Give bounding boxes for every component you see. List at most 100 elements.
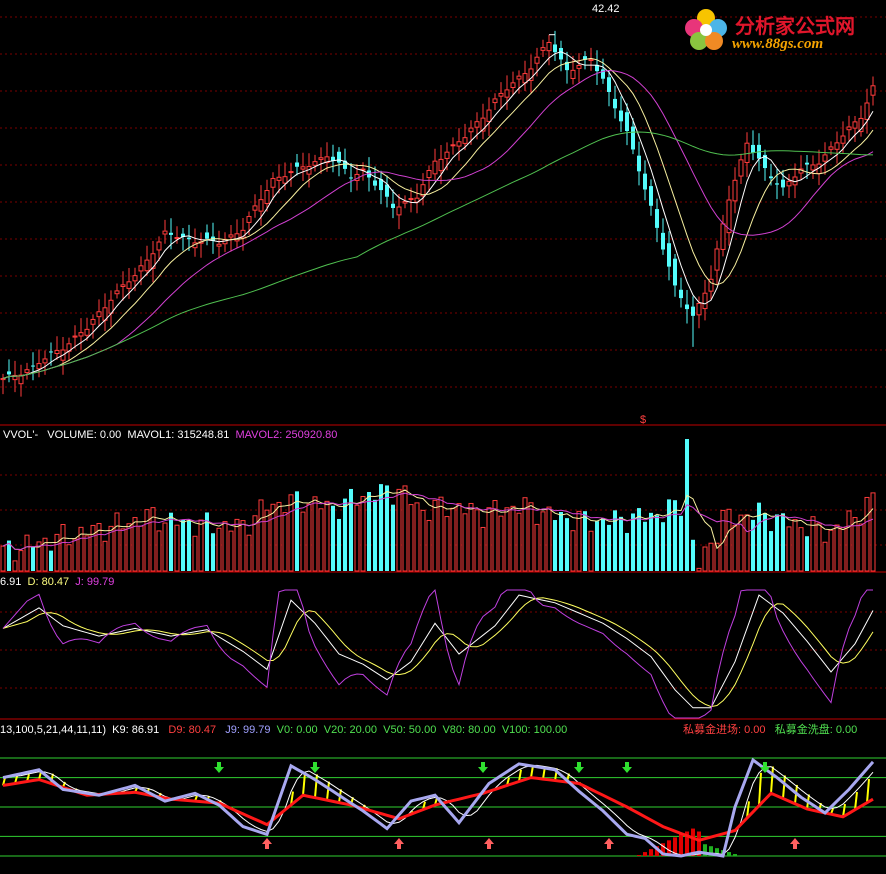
candle-body-up — [841, 136, 845, 143]
volume-bar-up — [319, 509, 323, 571]
grid-lines — [0, 17, 886, 719]
indicator-params: 13,100,5,21,44,11,11) — [0, 724, 106, 736]
candle-body-down — [625, 112, 629, 131]
volume-bar-down — [643, 522, 647, 571]
candle-body-up — [571, 70, 575, 78]
k9-value: K9: 86.91 — [112, 724, 159, 736]
volume-bar-up — [289, 495, 293, 571]
candle-body-up — [871, 86, 875, 95]
candle-body-up — [703, 293, 707, 308]
sell-arrow-icon — [310, 762, 320, 773]
candle-body-up — [265, 191, 269, 204]
volume-bar-down — [595, 521, 599, 571]
candle-body-up — [1, 378, 5, 379]
volume-bar-up — [13, 561, 17, 571]
volume-bar-up — [115, 513, 119, 571]
candle-body-up — [253, 206, 257, 210]
sell-arrow-icon — [622, 762, 632, 773]
volume-bar-down — [169, 513, 173, 571]
volume-bar-up — [91, 525, 95, 571]
volume-bar-up — [403, 486, 407, 571]
candle-body-up — [277, 177, 281, 180]
volume-bar-down — [49, 551, 53, 571]
candle-body-up — [301, 167, 305, 169]
volume-bar-up — [589, 531, 593, 571]
rising-stripe — [303, 773, 305, 796]
volume-bar-up — [265, 510, 269, 571]
volume-bar-down — [763, 513, 767, 571]
candle-body-up — [721, 224, 725, 250]
candle-body-up — [259, 200, 263, 211]
wash-histogram-bar — [733, 854, 737, 856]
candle-body-up — [85, 329, 89, 335]
volume-bar-up — [451, 508, 455, 571]
candle-body-down — [655, 209, 659, 228]
candle-body-up — [511, 83, 515, 88]
volume-bar-down — [769, 531, 773, 571]
sell-arrow-icon — [574, 762, 584, 773]
volume-indicator-name: VVOL'- — [3, 429, 38, 441]
volume-bar-down — [619, 517, 623, 571]
d9-value: D9: 80.47 — [168, 724, 216, 736]
volume-bar-down — [691, 540, 695, 571]
candle-body-up — [865, 103, 869, 119]
volume-bar-up — [469, 503, 473, 571]
candle-body-up — [397, 207, 401, 215]
rising-stripe — [771, 767, 773, 794]
candle-body-up — [847, 127, 851, 130]
volume-bar-up — [739, 515, 743, 571]
candle-body-up — [283, 177, 287, 183]
candle-body-up — [541, 48, 545, 51]
sell-arrow-icon — [214, 762, 224, 773]
volume-bar-down — [379, 484, 383, 571]
volume-bar-up — [157, 531, 161, 571]
candle-body-up — [487, 110, 491, 121]
candle-body-up — [55, 350, 59, 353]
entry-histogram-bar — [637, 855, 641, 856]
volume-bar-up — [133, 518, 137, 571]
volume-bar-up — [871, 493, 875, 571]
price-panel — [1, 31, 875, 397]
indicator-header: 13,100,5,21,44,11,11) K9: 86.91 D9: 80.4… — [0, 724, 567, 736]
candle-body-up — [271, 179, 275, 188]
candle-body-up — [451, 145, 455, 146]
ma5-line — [3, 52, 873, 379]
volume-header: VVOL'- VOLUME: 0.00 MAVOL1: 315248.81 MA… — [3, 429, 337, 441]
volume-bar-up — [535, 524, 539, 571]
candle-body-up — [163, 231, 167, 234]
entry-histogram-bar — [643, 852, 647, 856]
volume-bar-up — [19, 551, 23, 571]
stock-chart-stage: 分析家公式网 www.88gs.com 42.42 $ VVOL'- VOLUM… — [0, 0, 886, 869]
rising-stripe — [783, 776, 785, 799]
candle-body-down — [337, 152, 341, 163]
candle-body-up — [409, 199, 413, 200]
candle-body-down — [31, 366, 35, 367]
volume-bar-down — [781, 513, 785, 571]
candle-body-up — [289, 172, 293, 173]
volume-bar-down — [805, 536, 809, 571]
volume-bar-up — [421, 510, 425, 571]
candle-body-up — [463, 138, 467, 144]
candle-body-up — [517, 76, 521, 79]
volume-bar-down — [337, 519, 341, 571]
kdj-k-line — [3, 595, 873, 708]
volume-bar-up — [145, 510, 149, 571]
candle-body-up — [73, 336, 77, 337]
candle-body-up — [577, 65, 581, 68]
volume-bar-up — [85, 536, 89, 571]
site-logo: 分析家公式网 www.88gs.com — [680, 6, 880, 56]
volume-bar-up — [313, 497, 317, 571]
candle-body-up — [493, 99, 497, 103]
volume-bar-up — [547, 507, 551, 571]
candle-body-down — [769, 176, 773, 178]
volume-bar-up — [517, 513, 521, 571]
candle-body-down — [775, 183, 779, 184]
candle-body-up — [829, 147, 833, 149]
flower-logo-icon — [680, 6, 732, 52]
candle-body-up — [115, 291, 119, 294]
candle-body-down — [7, 371, 11, 374]
candle-body-down — [805, 163, 809, 165]
volume-bar-up — [541, 512, 545, 571]
candle-body-down — [169, 233, 173, 235]
kdj-j-value: J: 99.79 — [75, 576, 114, 588]
